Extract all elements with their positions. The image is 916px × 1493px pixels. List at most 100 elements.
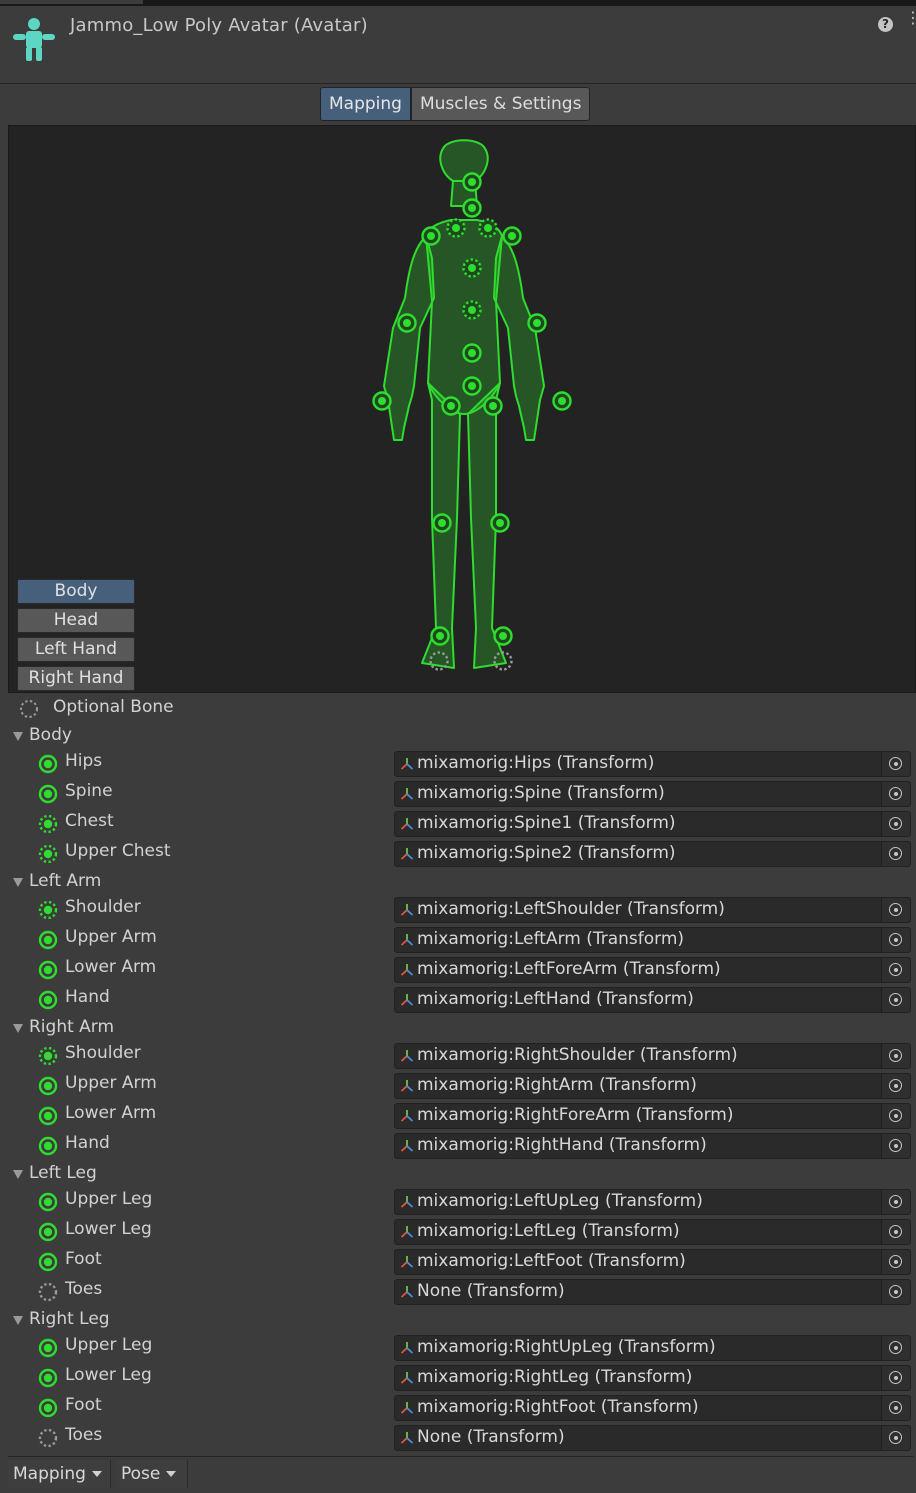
object-picker-button[interactable] <box>881 812 910 836</box>
transform-field[interactable]: mixamorig:RightUpLeg (Transform) <box>394 1335 911 1361</box>
transform-field[interactable]: mixamorig:LeftFoot (Transform) <box>394 1249 911 1275</box>
required-bone-icon[interactable] <box>38 1106 58 1126</box>
object-picker-button[interactable] <box>881 1366 910 1390</box>
required-bone-icon[interactable] <box>38 754 58 774</box>
joint-chest[interactable] <box>462 300 482 320</box>
object-picker-button[interactable] <box>881 958 910 982</box>
joint-right-upper-leg[interactable] <box>483 396 503 416</box>
required-bone-icon[interactable] <box>38 930 58 950</box>
object-picker-button[interactable] <box>881 1104 910 1128</box>
joint-right-upper-arm[interactable] <box>502 226 522 246</box>
empty-bone-icon[interactable] <box>38 1428 58 1448</box>
required-bone-icon[interactable] <box>38 1368 58 1388</box>
transform-field[interactable]: mixamorig:Spine1 (Transform) <box>394 811 911 837</box>
body-part-button-right-hand[interactable]: Right Hand <box>17 666 135 691</box>
object-picker-button[interactable] <box>881 1426 910 1450</box>
joint-spine[interactable] <box>462 343 482 363</box>
transform-field[interactable]: mixamorig:RightArm (Transform) <box>394 1073 911 1099</box>
joint-left-shoulder[interactable] <box>446 218 466 238</box>
object-picker-button[interactable] <box>881 752 910 776</box>
joint-right-foot[interactable] <box>493 626 513 646</box>
joint-right-lower-arm[interactable] <box>527 313 547 333</box>
required-bone-icon[interactable] <box>38 1222 58 1242</box>
joint-left-hand[interactable] <box>372 391 392 411</box>
joint-upper-chest[interactable] <box>462 258 482 278</box>
joint-right-shoulder[interactable] <box>478 218 498 238</box>
tab-mapping[interactable]: Mapping <box>320 87 411 121</box>
required-bone-icon[interactable] <box>38 960 58 980</box>
object-picker-button[interactable] <box>881 1190 910 1214</box>
joint-left-lower-arm[interactable] <box>397 313 417 333</box>
transform-field[interactable]: mixamorig:RightFoot (Transform) <box>394 1395 911 1421</box>
transform-field[interactable]: None (Transform) <box>394 1279 911 1305</box>
transform-field[interactable]: mixamorig:LeftHand (Transform) <box>394 987 911 1013</box>
empty-bone-icon[interactable] <box>38 1282 58 1302</box>
object-picker-button[interactable] <box>881 1250 910 1274</box>
optional-bone-icon[interactable] <box>38 814 58 834</box>
transform-field[interactable]: None (Transform) <box>394 1425 911 1451</box>
object-picker-button[interactable] <box>881 988 910 1012</box>
more-icon[interactable]: ⋮ <box>905 10 916 26</box>
required-bone-icon[interactable] <box>38 1076 58 1096</box>
page-title: Jammo_Low Poly Avatar (Avatar) <box>70 15 368 36</box>
window-tab[interactable] <box>0 0 143 4</box>
joint-neck[interactable] <box>462 198 482 218</box>
transform-field[interactable]: mixamorig:RightLeg (Transform) <box>394 1365 911 1391</box>
transform-field[interactable]: mixamorig:Hips (Transform) <box>394 751 911 777</box>
body-part-button-head[interactable]: Head <box>17 608 135 633</box>
required-bone-icon[interactable] <box>38 784 58 804</box>
object-picker-button[interactable] <box>881 1074 910 1098</box>
required-bone-icon[interactable] <box>38 990 58 1010</box>
required-bone-icon[interactable] <box>38 1252 58 1272</box>
transform-field[interactable]: mixamorig:LeftArm (Transform) <box>394 927 911 953</box>
transform-field[interactable]: mixamorig:Spine (Transform) <box>394 781 911 807</box>
body-part-button-body[interactable]: Body <box>17 579 135 604</box>
object-picker-button[interactable] <box>881 782 910 806</box>
transform-field[interactable]: mixamorig:RightShoulder (Transform) <box>394 1043 911 1069</box>
joint-left-lower-leg[interactable] <box>432 513 452 533</box>
required-bone-icon[interactable] <box>38 1136 58 1156</box>
object-picker-button[interactable] <box>881 1336 910 1360</box>
joint-right-lower-leg[interactable] <box>490 513 510 533</box>
help-icon[interactable]: ? <box>878 17 893 32</box>
joint-head[interactable] <box>462 172 482 192</box>
bone-row-left-arm-hand: Hand mixamorig:LeftHand (Transform) <box>8 986 914 1016</box>
object-picker-button[interactable] <box>881 1220 910 1244</box>
pose-dropdown[interactable]: Pose <box>116 1460 188 1488</box>
inspector-header: Jammo_Low Poly Avatar (Avatar) ? ⋮ <box>0 6 916 84</box>
object-picker-button[interactable] <box>881 1134 910 1158</box>
foldout-arrow-icon[interactable] <box>13 732 23 741</box>
joint-right-hand[interactable] <box>552 391 572 411</box>
transform-field[interactable]: mixamorig:LeftLeg (Transform) <box>394 1219 911 1245</box>
foldout-arrow-icon[interactable] <box>13 878 23 887</box>
object-picker-button[interactable] <box>881 1280 910 1304</box>
joint-left-upper-arm[interactable] <box>421 226 441 246</box>
required-bone-icon[interactable] <box>38 1192 58 1212</box>
transform-field[interactable]: mixamorig:RightHand (Transform) <box>394 1133 911 1159</box>
transform-field[interactable]: mixamorig:LeftForeArm (Transform) <box>394 957 911 983</box>
foldout-arrow-icon[interactable] <box>13 1316 23 1325</box>
joint-left-foot[interactable] <box>430 626 450 646</box>
optional-bone-icon[interactable] <box>38 844 58 864</box>
tab-muscles-settings[interactable]: Muscles & Settings <box>410 87 591 121</box>
required-bone-icon[interactable] <box>38 1398 58 1418</box>
object-picker-icon <box>889 1371 902 1384</box>
optional-bone-icon[interactable] <box>38 900 58 920</box>
joint-hips[interactable] <box>462 376 482 396</box>
foldout-arrow-icon[interactable] <box>13 1170 23 1179</box>
object-picker-button[interactable] <box>881 928 910 952</box>
transform-field[interactable]: mixamorig:LeftShoulder (Transform) <box>394 897 911 923</box>
transform-field[interactable]: mixamorig:RightForeArm (Transform) <box>394 1103 911 1129</box>
body-part-button-left-hand[interactable]: Left Hand <box>17 637 135 662</box>
transform-field[interactable]: mixamorig:LeftUpLeg (Transform) <box>394 1189 911 1215</box>
foldout-arrow-icon[interactable] <box>13 1024 23 1033</box>
mapping-dropdown[interactable]: Mapping <box>8 1460 111 1488</box>
transform-field[interactable]: mixamorig:Spine2 (Transform) <box>394 841 911 867</box>
object-picker-button[interactable] <box>881 842 910 866</box>
object-picker-button[interactable] <box>881 1396 910 1420</box>
object-picker-button[interactable] <box>881 898 910 922</box>
optional-bone-icon[interactable] <box>38 1046 58 1066</box>
object-picker-button[interactable] <box>881 1044 910 1068</box>
joint-left-upper-leg[interactable] <box>441 396 461 416</box>
required-bone-icon[interactable] <box>38 1338 58 1358</box>
